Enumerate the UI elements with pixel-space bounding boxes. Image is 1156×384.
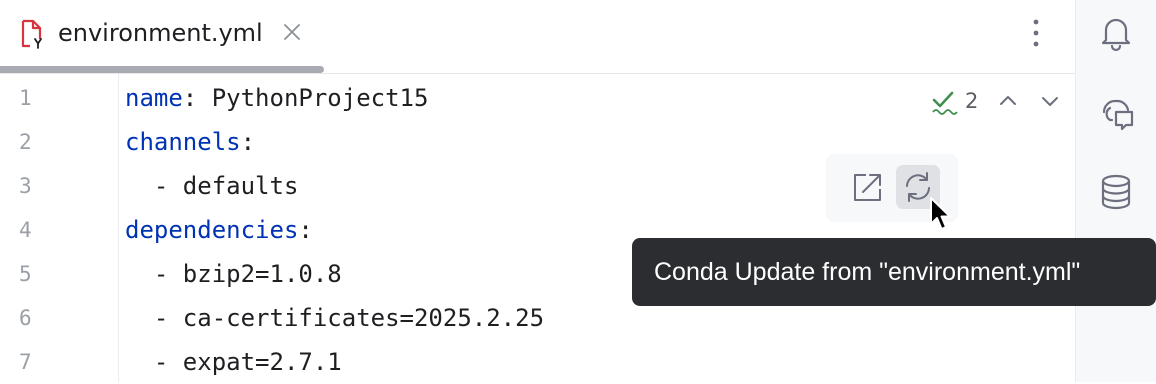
right-tool-window-bar [1075, 0, 1156, 382]
code-line[interactable]: dependencies: [125, 208, 313, 252]
chevron-down-icon[interactable] [1038, 89, 1062, 113]
line-number: 1 [19, 86, 32, 110]
close-icon[interactable] [280, 20, 304, 44]
yaml-value: : PythonProject15 [182, 84, 429, 112]
yaml-value: : [298, 216, 313, 244]
open-external-icon [854, 174, 881, 201]
yaml-key: name [125, 84, 183, 112]
line-number: 5 [19, 262, 32, 286]
yaml-value: - ca-certificates=2025.2.25 [125, 304, 545, 332]
database-icon[interactable] [1096, 172, 1136, 212]
inspection-widget[interactable]: 2 [930, 86, 1058, 116]
inspection-count: 2 [965, 89, 979, 113]
line-number-gutter: 1 2 3 4 5 6 7 [0, 74, 119, 382]
code-line[interactable]: - expat=2.7.1 [125, 340, 342, 384]
yaml-key: channels [125, 128, 241, 156]
line-number: 2 [19, 130, 32, 154]
tooltip: Conda Update from "environment.yml" [632, 238, 1156, 306]
yaml-file-icon [18, 18, 46, 50]
code-line[interactable]: - defaults [125, 164, 299, 208]
active-tab-indicator [0, 66, 324, 73]
tab-bar: environment.yml [0, 0, 1075, 74]
ai-chat-icon[interactable] [1096, 92, 1136, 132]
yaml-key: dependencies [125, 216, 299, 244]
tooltip-text: Conda Update from "environment.yml" [654, 258, 1081, 286]
check-icon[interactable] [930, 88, 958, 116]
yaml-value: - bzip2=1.0.8 [125, 260, 342, 288]
chevron-up-icon[interactable] [996, 89, 1020, 113]
code-line[interactable]: - bzip2=1.0.8 [125, 252, 342, 296]
more-vertical-icon[interactable] [1024, 16, 1048, 50]
editor-area: environment.yml 1 2 3 4 5 6 7 name: Pyth… [0, 0, 1075, 382]
yaml-value: - expat=2.7.1 [125, 348, 342, 376]
bell-icon[interactable] [1096, 12, 1136, 52]
tab-label: environment.yml [58, 19, 263, 47]
open-external-button[interactable] [846, 165, 890, 209]
code-line[interactable]: - ca-certificates=2025.2.25 [125, 296, 544, 340]
mouse-pointer-icon [928, 196, 954, 234]
line-number: 4 [19, 218, 32, 242]
yaml-value: : [240, 128, 256, 156]
tab-environment-yml[interactable]: environment.yml [0, 0, 325, 73]
yaml-value: - defaults [125, 172, 299, 200]
line-number: 3 [19, 174, 32, 198]
code-line[interactable]: name: PythonProject15 [125, 76, 428, 120]
code-line[interactable]: channels: [125, 120, 255, 164]
line-number: 6 [19, 306, 32, 330]
line-number: 7 [19, 350, 32, 374]
